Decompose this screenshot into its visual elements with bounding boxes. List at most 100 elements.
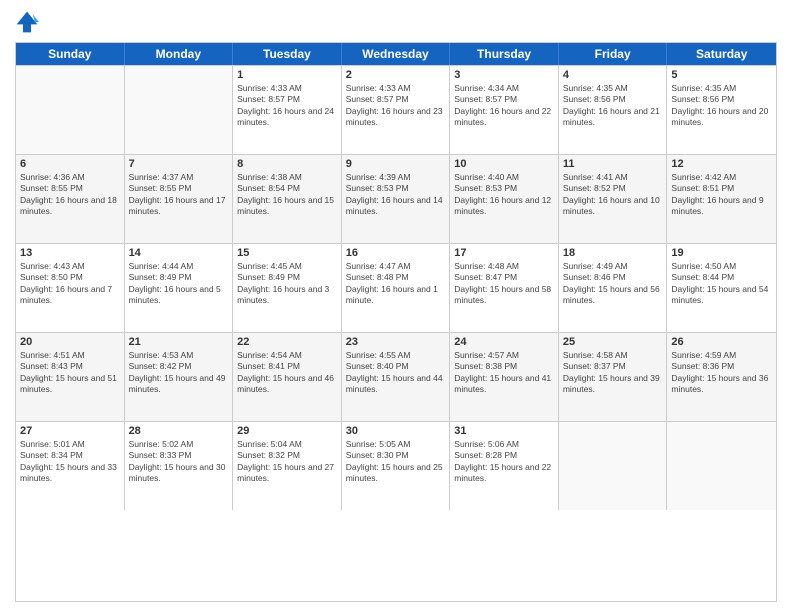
day-number: 6 [20,158,120,170]
day-number: 23 [346,336,446,348]
day-info: Sunrise: 4:36 AM Sunset: 8:55 PM Dayligh… [20,172,120,218]
day-number: 20 [20,336,120,348]
day-cell-25: 25 Sunrise: 4:58 AM Sunset: 8:37 PM Dayli… [559,333,668,421]
day-cell-14: 14Sunrise: 4:44 AM Sunset: 8:49 PM Dayli… [125,244,234,332]
day-number: 4 [563,69,663,81]
logo-icon [15,10,39,34]
day-cell-4: 4 Sunrise: 4:35 AM Sunset: 8:56 PM Daylig… [559,66,668,154]
header-day-wednesday: Wednesday [342,43,451,65]
header-day-sunday: Sunday [16,43,125,65]
day-number: 1 [237,69,337,81]
week-row-5: 27 Sunrise: 5:01 AM Sunset: 8:34 PM Dayli… [16,421,776,510]
day-info: Sunrise: 4:33 AM Sunset: 8:57 PM Dayligh… [346,83,446,129]
empty-cell [667,422,776,510]
day-cell-7: 7 Sunrise: 4:37 AM Sunset: 8:55 PM Daylig… [125,155,234,243]
day-number: 12 [671,158,772,170]
day-number: 3 [454,69,554,81]
day-cell-8: 8Sunrise: 4:38 AM Sunset: 8:54 PM Daylig… [233,155,342,243]
day-cell-22: 22Sunrise: 4:54 AM Sunset: 8:41 PM Dayli… [233,333,342,421]
day-cell-31: 31 Sunrise: 5:06 AM Sunset: 8:28 PM Dayli… [450,422,559,510]
day-number: 29 [237,425,337,437]
day-number: 31 [454,425,554,437]
day-number: 13 [20,247,120,259]
header-day-tuesday: Tuesday [233,43,342,65]
day-info: Sunrise: 4:57 AM Sunset: 8:38 PM Dayligh… [454,350,554,396]
day-number: 11 [563,158,663,170]
day-number: 22 [237,336,337,348]
day-cell-30: 30 Sunrise: 5:05 AM Sunset: 8:30 PM Dayli… [342,422,451,510]
day-number: 10 [454,158,554,170]
day-number: 28 [129,425,229,437]
day-info: Sunrise: 4:45 AM Sunset: 8:49 PM Dayligh… [237,261,337,307]
header-day-friday: Friday [559,43,668,65]
day-info: Sunrise: 4:37 AM Sunset: 8:55 PM Dayligh… [129,172,229,218]
day-number: 2 [346,69,446,81]
page: SundayMondayTuesdayWednesdayThursdayFrid… [0,0,792,612]
day-cell-19: 19 Sunrise: 4:50 AM Sunset: 8:44 PM Dayli… [667,244,776,332]
day-number: 14 [129,247,229,259]
empty-cell [16,66,125,154]
header-day-monday: Monday [125,43,234,65]
calendar-body: 1 Sunrise: 4:33 AM Sunset: 8:57 PM Daylig… [16,65,776,510]
day-info: Sunrise: 5:06 AM Sunset: 8:28 PM Dayligh… [454,439,554,485]
day-cell-5: 5 Sunrise: 4:35 AM Sunset: 8:56 PM Daylig… [667,66,776,154]
calendar: SundayMondayTuesdayWednesdayThursdayFrid… [15,42,777,602]
day-number: 25 [563,336,663,348]
day-number: 18 [563,247,663,259]
day-info: Sunrise: 4:38 AM Sunset: 8:54 PM Dayligh… [237,172,337,218]
day-cell-12: 12 Sunrise: 4:42 AM Sunset: 8:51 PM Dayli… [667,155,776,243]
day-info: Sunrise: 4:58 AM Sunset: 8:37 PM Dayligh… [563,350,663,396]
day-cell-1: 1 Sunrise: 4:33 AM Sunset: 8:57 PM Daylig… [233,66,342,154]
day-number: 9 [346,158,446,170]
day-cell-24: 24 Sunrise: 4:57 AM Sunset: 8:38 PM Dayli… [450,333,559,421]
day-cell-23: 23 Sunrise: 4:55 AM Sunset: 8:40 PM Dayli… [342,333,451,421]
day-cell-17: 17Sunrise: 4:48 AM Sunset: 8:47 PM Dayli… [450,244,559,332]
day-info: Sunrise: 4:33 AM Sunset: 8:57 PM Dayligh… [237,83,337,129]
day-cell-20: 20 Sunrise: 4:51 AM Sunset: 8:43 PM Dayli… [16,333,125,421]
week-row-1: 1 Sunrise: 4:33 AM Sunset: 8:57 PM Daylig… [16,65,776,154]
day-cell-18: 18 Sunrise: 4:49 AM Sunset: 8:46 PM Dayli… [559,244,668,332]
day-number: 30 [346,425,446,437]
day-number: 16 [346,247,446,259]
day-number: 24 [454,336,554,348]
day-info: Sunrise: 4:42 AM Sunset: 8:51 PM Dayligh… [671,172,772,218]
day-cell-2: 2 Sunrise: 4:33 AM Sunset: 8:57 PM Daylig… [342,66,451,154]
day-info: Sunrise: 4:49 AM Sunset: 8:46 PM Dayligh… [563,261,663,307]
day-info: Sunrise: 4:59 AM Sunset: 8:36 PM Dayligh… [671,350,772,396]
day-info: Sunrise: 5:01 AM Sunset: 8:34 PM Dayligh… [20,439,120,485]
day-info: Sunrise: 5:05 AM Sunset: 8:30 PM Dayligh… [346,439,446,485]
empty-cell [125,66,234,154]
day-number: 15 [237,247,337,259]
day-info: Sunrise: 4:50 AM Sunset: 8:44 PM Dayligh… [671,261,772,307]
day-cell-29: 29 Sunrise: 5:04 AM Sunset: 8:32 PM Dayli… [233,422,342,510]
day-number: 27 [20,425,120,437]
day-info: Sunrise: 4:47 AM Sunset: 8:48 PM Dayligh… [346,261,446,307]
day-cell-16: 16 Sunrise: 4:47 AM Sunset: 8:48 PM Dayli… [342,244,451,332]
day-cell-27: 27 Sunrise: 5:01 AM Sunset: 8:34 PM Dayli… [16,422,125,510]
day-cell-13: 13 Sunrise: 4:43 AM Sunset: 8:50 PM Dayli… [16,244,125,332]
calendar-header: SundayMondayTuesdayWednesdayThursdayFrid… [16,43,776,65]
day-info: Sunrise: 4:40 AM Sunset: 8:53 PM Dayligh… [454,172,554,218]
day-info: Sunrise: 4:41 AM Sunset: 8:52 PM Dayligh… [563,172,663,218]
day-cell-6: 6 Sunrise: 4:36 AM Sunset: 8:55 PM Daylig… [16,155,125,243]
day-info: Sunrise: 4:35 AM Sunset: 8:56 PM Dayligh… [671,83,772,129]
day-info: Sunrise: 4:35 AM Sunset: 8:56 PM Dayligh… [563,83,663,129]
day-number: 17 [454,247,554,259]
day-cell-28: 28 Sunrise: 5:02 AM Sunset: 8:33 PM Dayli… [125,422,234,510]
day-cell-15: 15 Sunrise: 4:45 AM Sunset: 8:49 PM Dayli… [233,244,342,332]
day-info: Sunrise: 4:51 AM Sunset: 8:43 PM Dayligh… [20,350,120,396]
day-info: Sunrise: 5:04 AM Sunset: 8:32 PM Dayligh… [237,439,337,485]
day-cell-26: 26Sunrise: 4:59 AM Sunset: 8:36 PM Dayli… [667,333,776,421]
day-number: 19 [671,247,772,259]
day-info: Sunrise: 4:34 AM Sunset: 8:57 PM Dayligh… [454,83,554,129]
header [15,10,777,34]
day-cell-3: 3 Sunrise: 4:34 AM Sunset: 8:57 PM Daylig… [450,66,559,154]
day-number: 5 [671,69,772,81]
day-number: 21 [129,336,229,348]
day-info: Sunrise: 4:55 AM Sunset: 8:40 PM Dayligh… [346,350,446,396]
day-info: Sunrise: 5:02 AM Sunset: 8:33 PM Dayligh… [129,439,229,485]
day-info: Sunrise: 4:43 AM Sunset: 8:50 PM Dayligh… [20,261,120,307]
day-info: Sunrise: 4:39 AM Sunset: 8:53 PM Dayligh… [346,172,446,218]
day-number: 7 [129,158,229,170]
empty-cell [559,422,668,510]
